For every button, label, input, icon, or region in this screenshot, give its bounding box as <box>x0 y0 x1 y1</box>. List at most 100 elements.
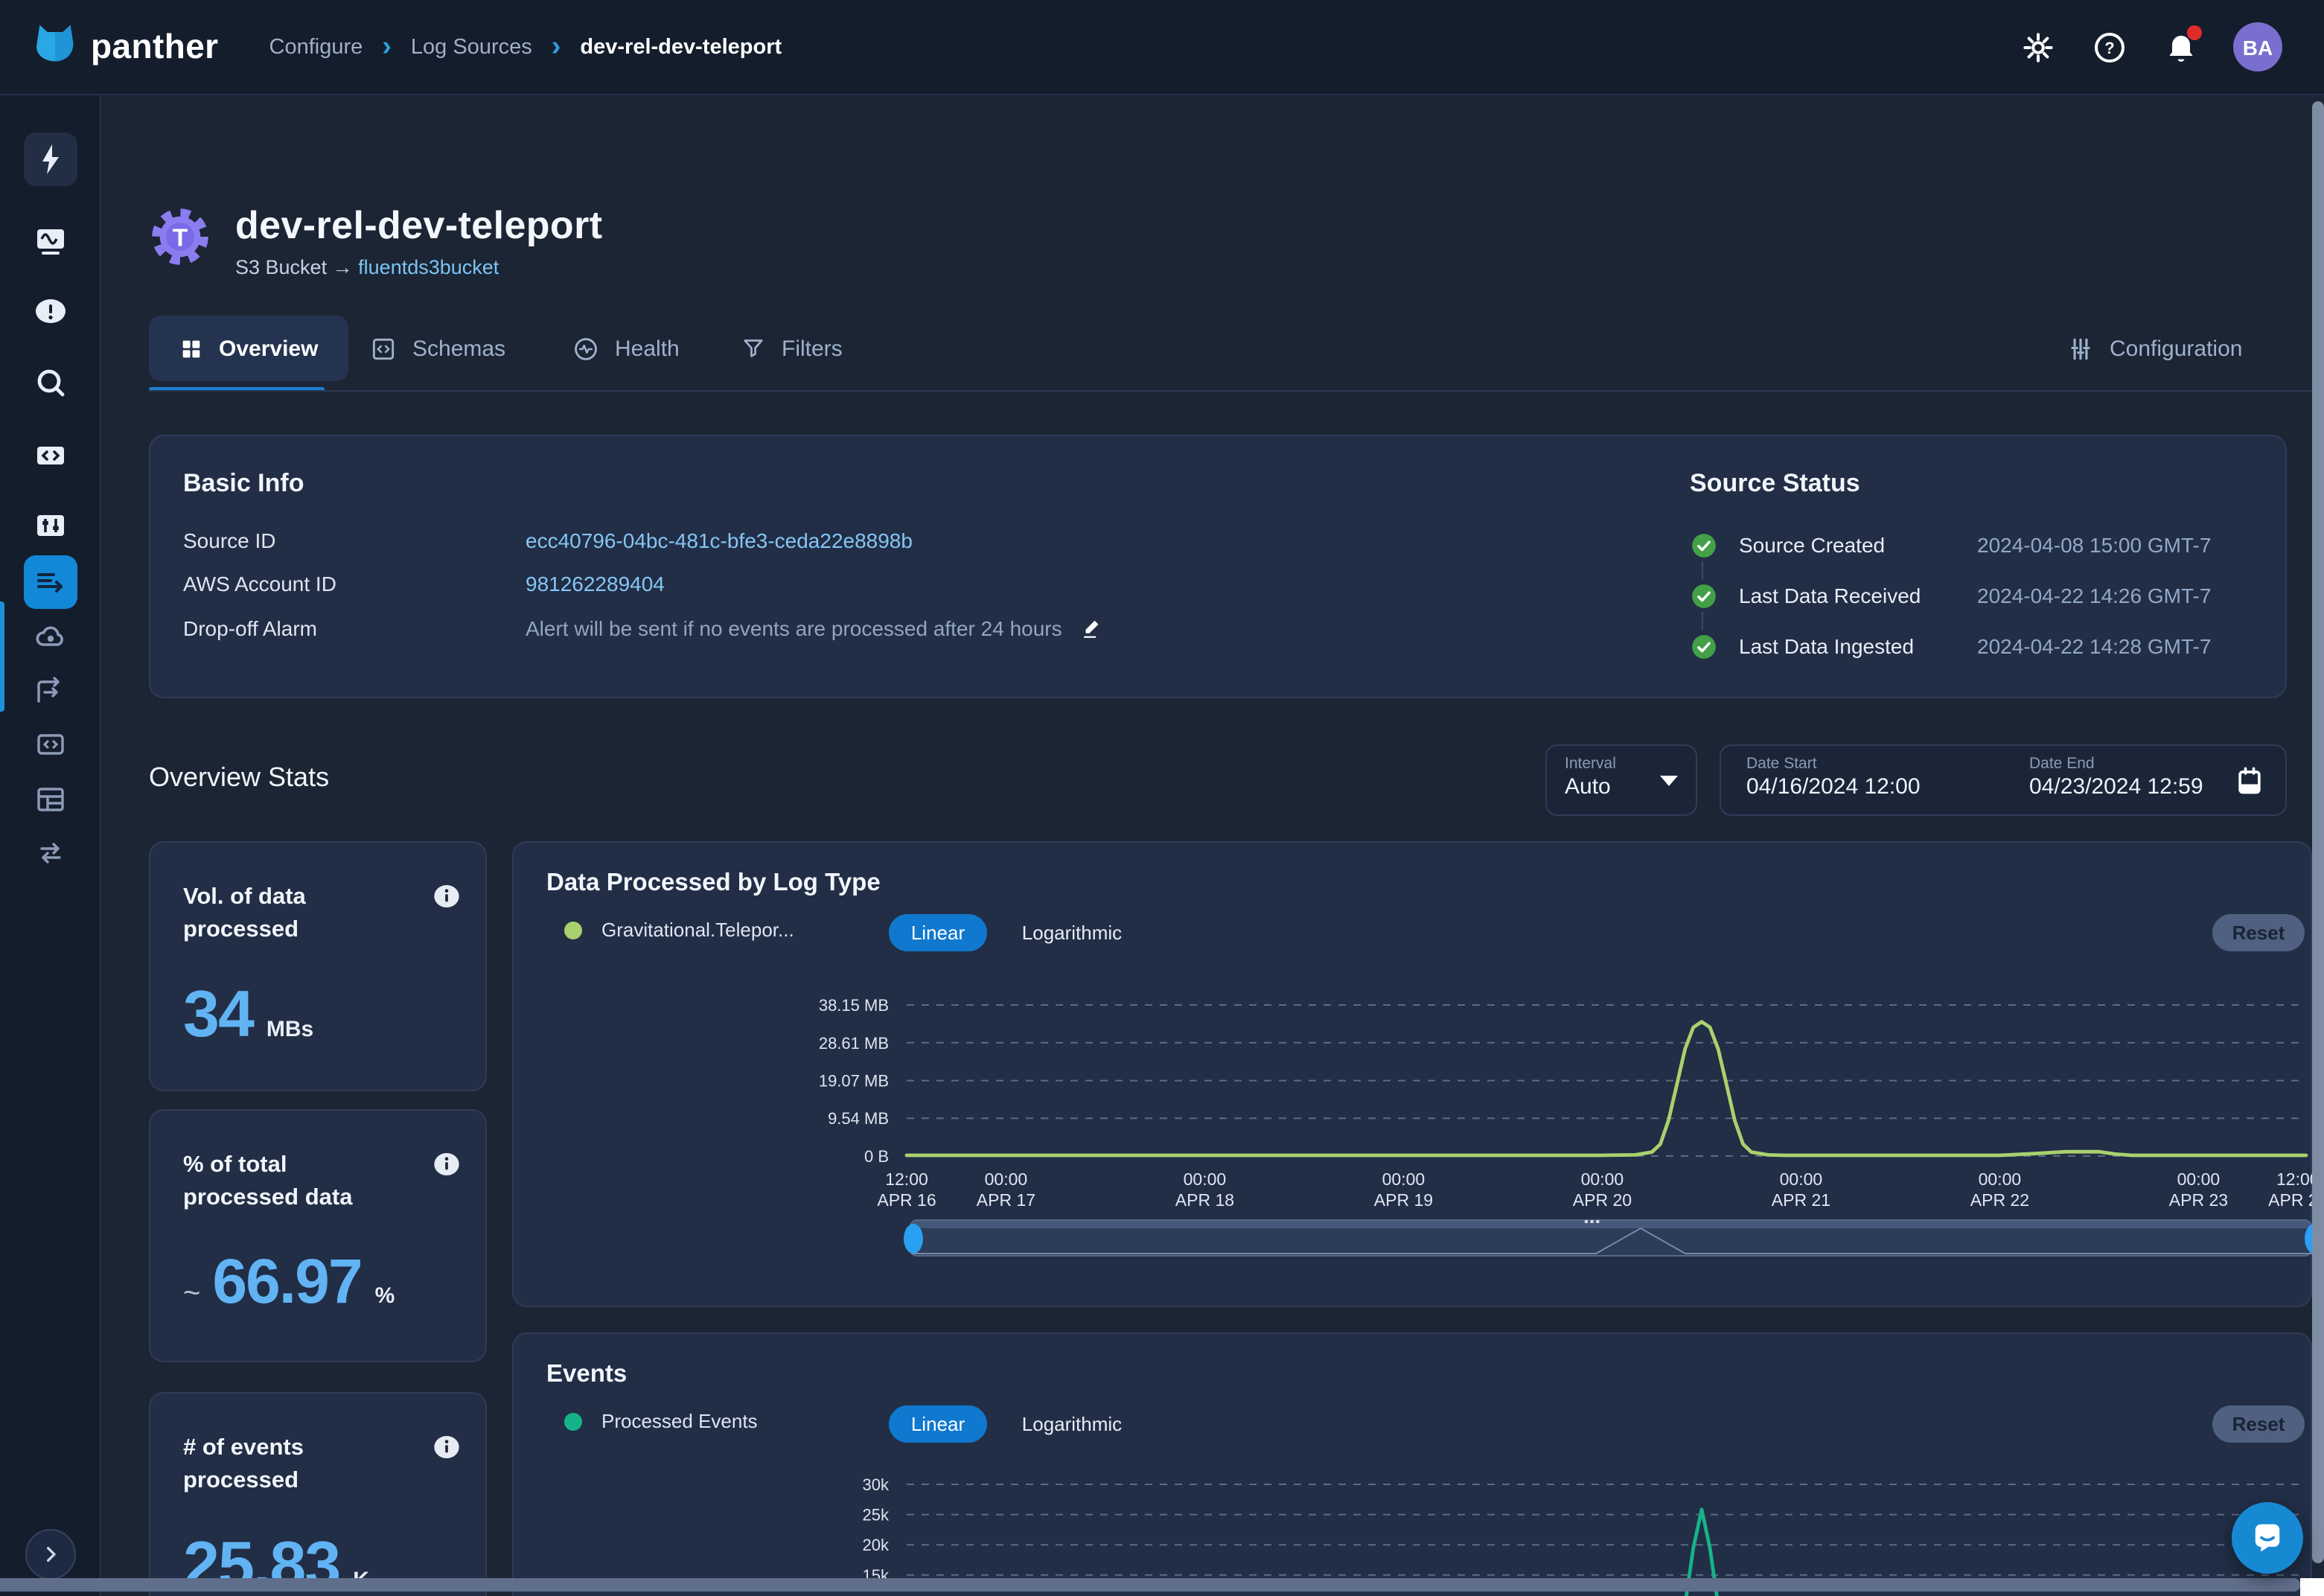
svg-text:00:00APR 23: 00:00APR 23 <box>2169 1169 2228 1210</box>
edit-pencil-icon[interactable] <box>1080 615 1105 640</box>
breadcrumb-item[interactable]: Log Sources <box>411 35 532 59</box>
navigator-left-handle[interactable] <box>904 1224 923 1254</box>
check-circle-icon <box>1690 632 1718 660</box>
linear-toggle-button[interactable]: Linear <box>889 914 987 951</box>
charts-column: Data Processed by Log Type Gravitational… <box>512 841 2312 1596</box>
stat-cards-column: Vol. of data processed34MBs% of total pr… <box>149 841 487 1596</box>
sidebar-item-cloud-accounts[interactable] <box>24 610 77 664</box>
chevron-down-icon <box>1660 776 1678 786</box>
scrollbar-corner <box>2300 1578 2324 1596</box>
sidebar-item-dashboard[interactable] <box>24 213 77 266</box>
search-icon <box>33 365 68 400</box>
avatar[interactable]: BA <box>2233 22 2282 71</box>
swap-icon <box>33 835 68 871</box>
basic-info-rows: Source IDecc40796-04bc-481c-bfe3-ceda22e… <box>183 529 1195 640</box>
legend-item[interactable]: Gravitational.Telepor... <box>564 919 794 941</box>
status-timestamp: 2024-04-08 15:00 GMT-7 <box>1977 533 2211 557</box>
stat-unit: MBs <box>266 1018 313 1043</box>
notifications-bell-icon[interactable] <box>2162 28 2200 66</box>
source-type-label: S3 Bucket <box>235 256 327 278</box>
table-icon <box>33 782 68 817</box>
sidebar-item-quick-actions[interactable] <box>24 133 77 186</box>
reset-button[interactable]: Reset <box>2212 1405 2305 1443</box>
stat-card: % of total processed data~66.97% <box>149 1109 487 1362</box>
vertical-scrollbar-thumb[interactable] <box>2312 101 2324 1563</box>
cloud-icon <box>33 619 68 655</box>
arrow-glyph: → <box>333 256 353 278</box>
tab-overview-label: Overview <box>219 336 318 361</box>
sidebar-item-schemas[interactable] <box>24 718 77 771</box>
legend-label: Gravitational.Telepor... <box>601 919 794 941</box>
events-chart[interactable]: 30k25k20k15k <box>805 1450 2312 1596</box>
sidebar-item-data-transports[interactable] <box>24 664 77 718</box>
basic-info-card: Basic Info Source IDecc40796-04bc-481c-b… <box>149 435 2287 698</box>
svg-text:T: T <box>173 225 188 252</box>
sidebar-item-log-sources[interactable] <box>24 555 77 609</box>
tab-overview[interactable]: Overview <box>149 316 348 381</box>
navigator-mini-chart <box>911 1221 2314 1258</box>
sidebar-item-tables[interactable] <box>24 773 77 826</box>
tab-configuration[interactable]: Configuration <box>2066 316 2242 381</box>
sidebar-item-configure[interactable] <box>24 499 77 552</box>
stat-card: # of events processed25.83K <box>149 1392 487 1596</box>
page-subtitle: S3 Bucket → fluentds3bucket <box>235 256 602 278</box>
sidebar-item-queries[interactable] <box>24 429 77 482</box>
app-window: panther Configure›Log Sources›dev-rel-de… <box>0 0 2324 1596</box>
sidebar-expand-button[interactable] <box>25 1529 76 1580</box>
sidebar <box>0 95 101 1596</box>
sidebar-item-search[interactable] <box>24 356 77 409</box>
info-icon[interactable] <box>432 1432 462 1469</box>
legend-label: Processed Events <box>601 1410 758 1432</box>
linear-toggle-button[interactable]: Linear <box>889 1405 987 1443</box>
stat-card-title: Vol. of data processed <box>183 881 406 946</box>
main-content: T dev-rel-dev-teleport S3 Bucket → fluen… <box>101 95 2324 1596</box>
chart-range-navigator[interactable]: ▪▪▪ <box>910 1219 2312 1257</box>
svg-text:19.07 MB: 19.07 MB <box>819 1072 889 1091</box>
field-label: Source ID <box>183 529 526 552</box>
logarithmic-toggle-button[interactable]: Logarithmic <box>1005 1405 1139 1443</box>
svg-text:0 B: 0 B <box>864 1147 889 1166</box>
tab-schemas[interactable]: Schemas <box>369 316 505 381</box>
chat-launcher-button[interactable] <box>2232 1502 2303 1574</box>
chart-legend-row: Processed Events Linear Logarithmic Rese… <box>514 1405 2311 1444</box>
overview-stats-title: Overview Stats <box>149 762 329 794</box>
logarithmic-toggle-button[interactable]: Logarithmic <box>1005 914 1139 951</box>
overview-stats-row: Overview Stats Interval Auto Date Start … <box>149 744 2287 816</box>
approx-tilde: ~ <box>183 1278 200 1312</box>
sidebar-item-pipelines[interactable] <box>24 826 77 880</box>
svg-text:20k: 20k <box>863 1536 890 1554</box>
horizontal-scrollbar-thumb[interactable] <box>0 1578 2300 1592</box>
tab-health-label: Health <box>615 336 680 361</box>
bucket-link[interactable]: fluentds3bucket <box>358 256 499 278</box>
svg-text:?: ? <box>2104 38 2114 57</box>
info-icon[interactable] <box>432 881 462 919</box>
tab-filters[interactable]: Filters <box>740 316 843 381</box>
reset-button[interactable]: Reset <box>2212 914 2305 951</box>
interval-select[interactable]: Interval Auto <box>1545 744 1697 816</box>
help-icon[interactable]: ? <box>2090 28 2129 66</box>
page-head: T dev-rel-dev-teleport S3 Bucket → fluen… <box>149 202 602 278</box>
legend-item[interactable]: Processed Events <box>564 1410 758 1432</box>
panther-logo[interactable]: panther <box>33 21 219 73</box>
status-label: Last Data Ingested <box>1739 634 1977 658</box>
svg-text:30k: 30k <box>863 1475 890 1494</box>
svg-text:38.15 MB: 38.15 MB <box>819 996 889 1015</box>
svg-text:9.54 MB: 9.54 MB <box>828 1109 889 1128</box>
date-start-input[interactable]: Date Start 04/16/2024 12:00 <box>1746 755 1921 799</box>
source-status-row: Last Data Ingested2024-04-22 14:28 GMT-7 <box>1690 630 2211 663</box>
date-end-input[interactable]: Date End 04/23/2024 12:59 <box>2029 755 2203 799</box>
vertical-scrollbar <box>2311 95 2324 1596</box>
settings-gear-icon[interactable] <box>2019 28 2058 66</box>
basic-info-row: AWS Account ID981262289404 <box>183 572 1195 596</box>
tab-health[interactable]: Health <box>572 316 680 381</box>
panther-logo-icon <box>33 21 77 73</box>
field-label: AWS Account ID <box>183 572 526 596</box>
field-label: Drop-off Alarm <box>183 616 526 639</box>
brand-wordmark: panther <box>91 27 219 67</box>
info-icon[interactable] <box>432 1149 462 1187</box>
data-processed-chart[interactable]: 38.15 MB28.61 MB19.07 MB9.54 MB0 B12:00A… <box>805 959 2312 1215</box>
calendar-icon[interactable] <box>2233 764 2266 804</box>
breadcrumb-item[interactable]: Configure <box>269 35 363 59</box>
sidebar-item-alerts[interactable] <box>24 284 77 338</box>
legend-dot <box>564 1412 582 1430</box>
